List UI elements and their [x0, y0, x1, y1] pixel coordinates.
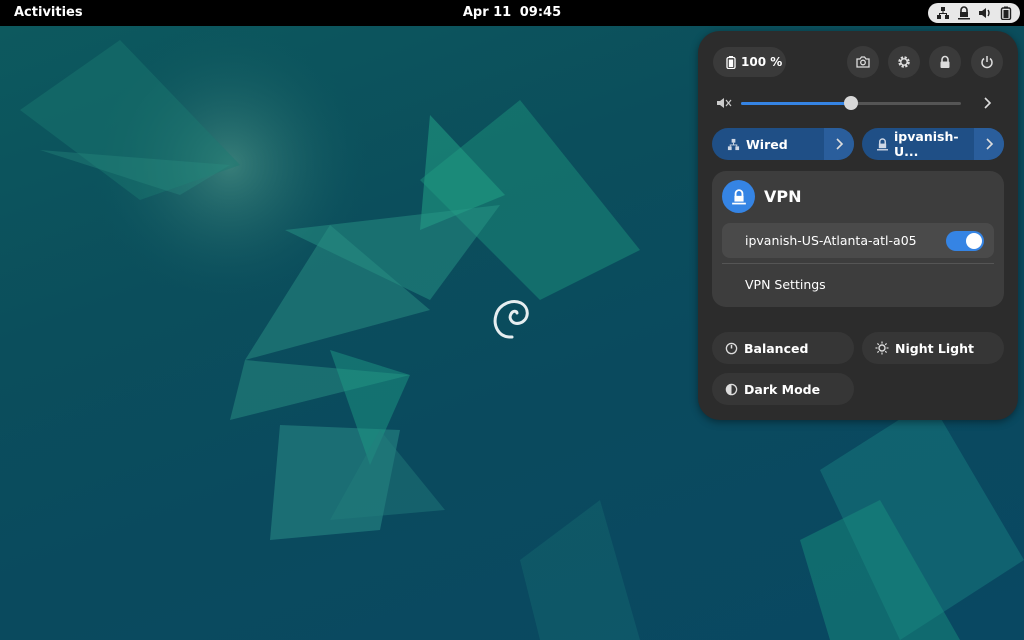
- system-tray[interactable]: [928, 3, 1020, 23]
- network-wired-icon: [727, 138, 740, 151]
- battery-status[interactable]: 100 %: [713, 47, 786, 77]
- chevron-right-icon: [834, 137, 844, 151]
- network-wired-icon: [936, 6, 950, 20]
- night-light-toggle[interactable]: Night Light: [862, 332, 1004, 364]
- night-light-label: Night Light: [895, 340, 974, 356]
- wired-menu-button[interactable]: [824, 128, 854, 160]
- dark-mode-toggle[interactable]: Dark Mode: [712, 373, 854, 405]
- volume-slider-fill: [741, 102, 851, 105]
- dark-mode-label: Dark Mode: [744, 381, 821, 397]
- power-profile-icon: [725, 342, 738, 355]
- vpn-menu-button[interactable]: [974, 128, 1004, 160]
- volume-slider-handle[interactable]: [844, 96, 858, 110]
- power-icon: [980, 55, 994, 69]
- screenshot-button[interactable]: [847, 46, 879, 78]
- top-bar: Activities Apr 11 09:45: [0, 0, 1024, 26]
- power-mode-label: Balanced: [744, 340, 809, 356]
- vpn-toggle[interactable]: ipvanish-U...: [862, 128, 1004, 160]
- date-label: Apr 11: [462, 5, 512, 20]
- vpn-settings-item[interactable]: VPN Settings: [745, 277, 826, 292]
- menu-separator: [722, 263, 994, 264]
- battery-icon: [1000, 6, 1012, 20]
- chevron-right-icon: [984, 137, 994, 151]
- chevron-right-icon[interactable]: [982, 96, 992, 110]
- speaker-muted-icon[interactable]: [716, 96, 732, 110]
- time-label: 09:45: [519, 5, 562, 20]
- power-mode-toggle[interactable]: Balanced: [712, 332, 854, 364]
- vpn-lock-icon: [958, 6, 970, 20]
- vpn-connection-switch[interactable]: [946, 230, 984, 251]
- wired-label: Wired: [746, 136, 788, 152]
- vpn-menu-title: VPN: [764, 187, 802, 206]
- vpn-lock-icon: [877, 137, 888, 151]
- switch-knob: [966, 232, 982, 249]
- vpn-lock-icon: [731, 188, 746, 205]
- volume-icon: [978, 6, 992, 20]
- vpn-connection-item[interactable]: ipvanish-US-Atlanta-atl-a05: [722, 223, 994, 258]
- settings-gear-icon: [897, 55, 911, 69]
- night-light-icon: [875, 341, 889, 355]
- power-button[interactable]: [971, 46, 1003, 78]
- screenshot-icon: [856, 56, 870, 68]
- quick-settings-panel: 100 % Wired ipvanish-U... VPN ipvanish-U…: [698, 31, 1018, 420]
- lock-screen-button[interactable]: [929, 46, 961, 78]
- wired-network-toggle[interactable]: Wired: [712, 128, 854, 160]
- lock-icon: [939, 55, 951, 69]
- volume-slider[interactable]: [741, 96, 961, 110]
- vpn-menu: VPN ipvanish-US-Atlanta-atl-a05 VPN Sett…: [712, 171, 1004, 307]
- battery-icon: [726, 55, 736, 69]
- vpn-tile-label: ipvanish-U...: [894, 129, 959, 159]
- vpn-header-icon: [722, 180, 755, 213]
- vpn-connection-name: ipvanish-US-Atlanta-atl-a05: [745, 233, 917, 248]
- settings-button[interactable]: [888, 46, 920, 78]
- clock[interactable]: Apr 11 09:45: [0, 5, 1024, 20]
- battery-percentage: 100 %: [741, 55, 783, 69]
- dark-mode-icon: [725, 383, 738, 396]
